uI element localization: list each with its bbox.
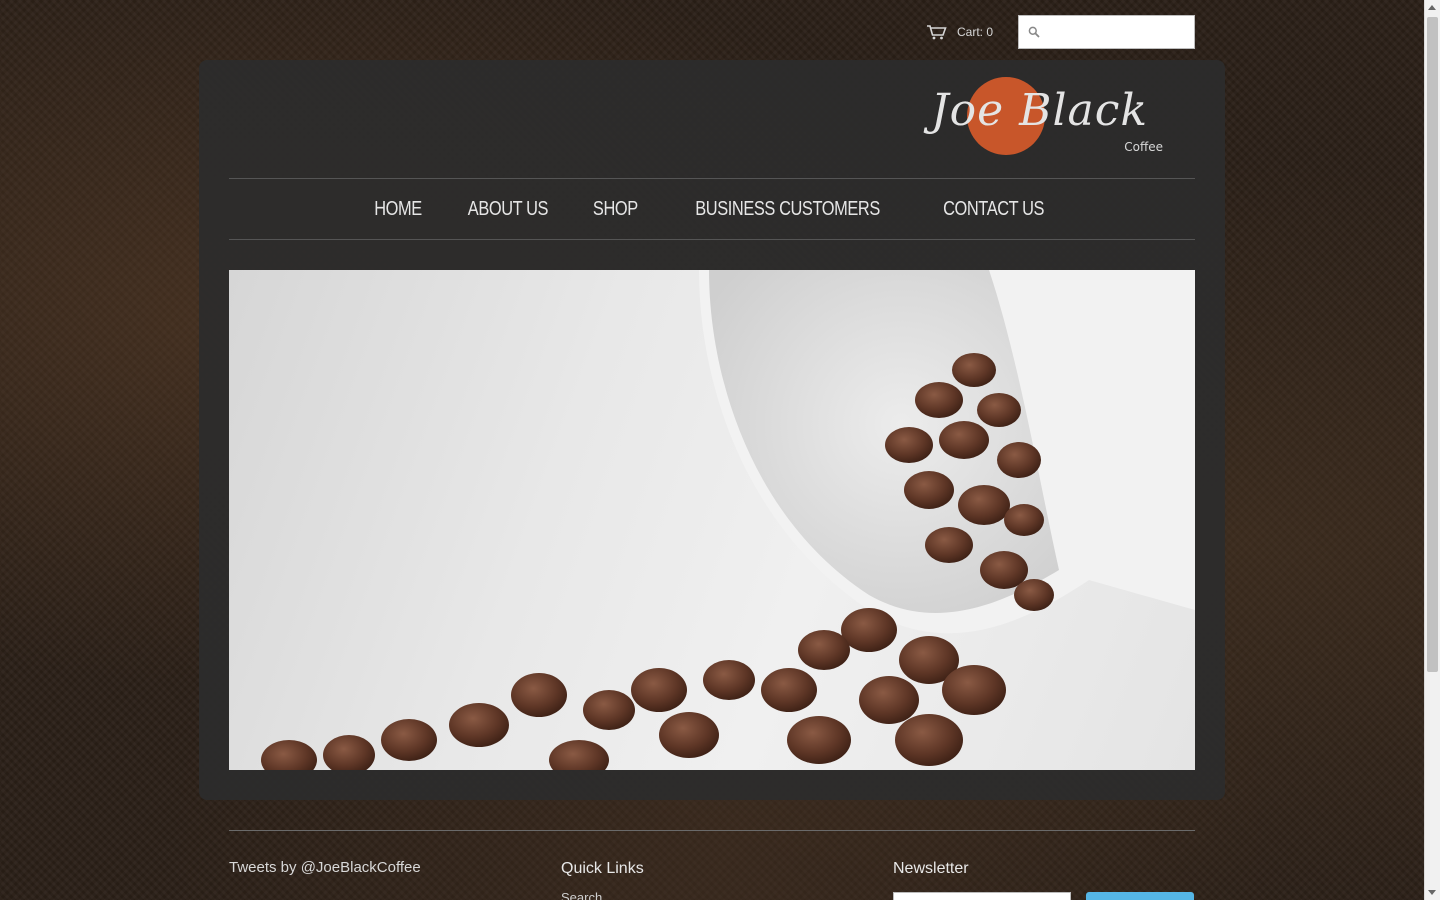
- cart-label: Cart: 0: [957, 25, 994, 39]
- nav-item-about-us[interactable]: ABOUT US: [467, 198, 548, 221]
- scroll-down-arrow-icon[interactable]: [1428, 890, 1436, 895]
- quick-links-title: Quick Links: [561, 860, 644, 877]
- twitter-feed-label[interactable]: Tweets by @JoeBlackCoffee: [229, 859, 421, 876]
- quick-link-search[interactable]: Search: [561, 890, 602, 900]
- nav-item-business-customers[interactable]: BUSINESS CUSTOMERS: [695, 198, 880, 221]
- logo-wordmark: Joe Black: [931, 85, 1149, 136]
- logo-subtitle: Coffee: [1124, 140, 1163, 154]
- main-panel: Joe Black Coffee HOME ABOUT US SHOP BUSI…: [199, 60, 1225, 800]
- newsletter-subscribe-button[interactable]: [1086, 892, 1194, 900]
- coffee-cup-beans-illustration: [261, 270, 1195, 770]
- top-bar: Cart: 0: [926, 15, 1018, 49]
- nav-item-contact-us[interactable]: CONTACT US: [943, 198, 1044, 221]
- footer-divider: [229, 830, 1195, 831]
- scrollbar-thumb[interactable]: [1427, 17, 1438, 672]
- search-input[interactable]: [1044, 24, 1188, 40]
- newsletter-title: Newsletter: [893, 860, 969, 877]
- nav-item-home[interactable]: HOME: [374, 198, 422, 221]
- cart-icon: [927, 25, 947, 40]
- search-box[interactable]: [1018, 15, 1195, 49]
- hero-image[interactable]: [229, 270, 1195, 770]
- newsletter-email-input[interactable]: [893, 892, 1071, 900]
- page-scrollbar[interactable]: [1424, 0, 1440, 900]
- cart-link[interactable]: Cart: 0: [926, 24, 993, 40]
- nav-item-shop[interactable]: SHOP: [593, 198, 638, 221]
- logo[interactable]: Joe Black Coffee: [929, 77, 1169, 159]
- scroll-up-arrow-icon[interactable]: [1428, 5, 1436, 10]
- main-nav: HOME ABOUT US SHOP BUSINESS CUSTOMERS CO…: [229, 178, 1195, 240]
- search-icon[interactable]: [1028, 26, 1040, 38]
